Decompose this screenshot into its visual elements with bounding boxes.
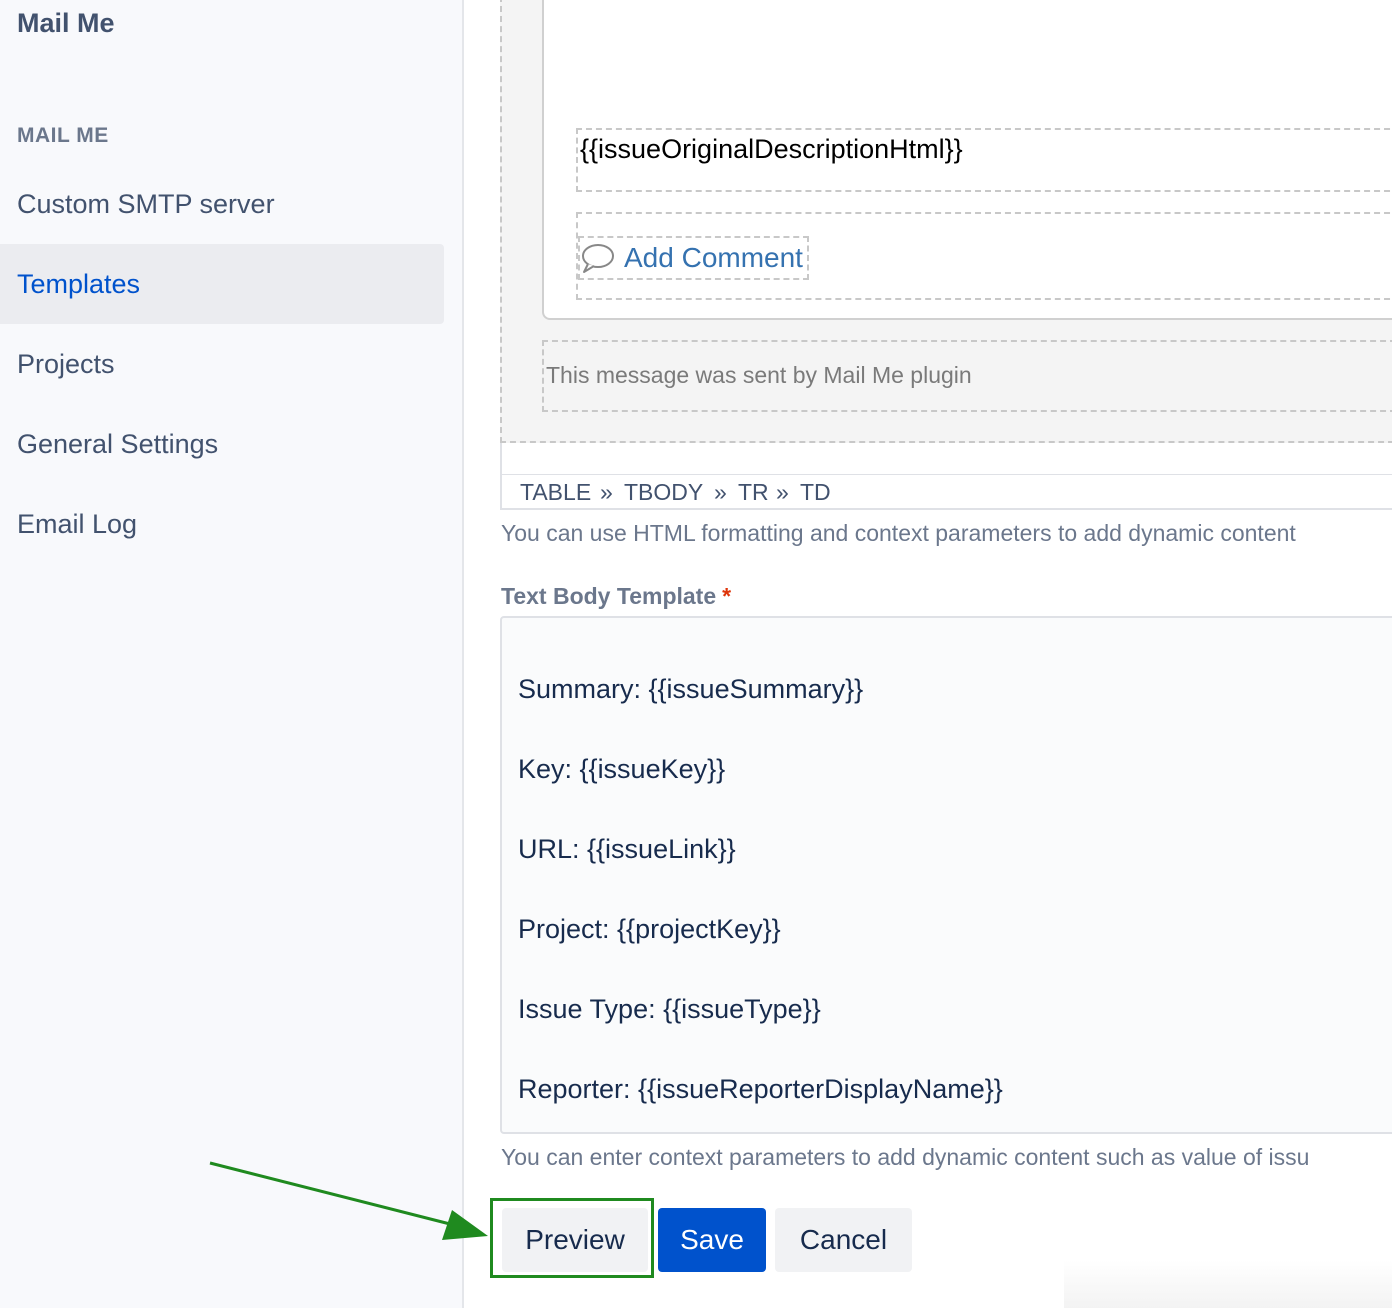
- sidebar-item-general-settings[interactable]: General Settings: [0, 404, 444, 484]
- text-line: Project: {{projectKey}}: [518, 914, 781, 944]
- speech-bubble-icon: [582, 244, 614, 273]
- app-title: Mail Me: [17, 8, 115, 38]
- text-help-text: You can enter context parameters to add …: [501, 1144, 1310, 1170]
- path-tbody[interactable]: TBODY: [624, 479, 703, 506]
- html-editor[interactable]: {{issueOriginalDescriptionHtml}} Add Com…: [500, 0, 1392, 478]
- text-body-label-text: Text Body Template: [501, 583, 717, 609]
- add-comment-link[interactable]: Add Comment: [578, 236, 809, 280]
- preview-highlight-box: [490, 1198, 654, 1278]
- element-path-bar: TABLE » TBODY » TR » TD: [500, 474, 1392, 510]
- path-table[interactable]: TABLE: [520, 479, 591, 506]
- path-tr[interactable]: TR: [738, 479, 769, 506]
- description-cell[interactable]: {{issueOriginalDescriptionHtml}}: [576, 128, 1392, 192]
- text-line: Issue Type: {{issueType}}: [518, 994, 821, 1024]
- text-line: URL: {{issueLink}}: [518, 834, 736, 864]
- path-separator: »: [600, 479, 613, 505]
- required-mark: *: [722, 583, 732, 609]
- email-inner-card: {{issueOriginalDescriptionHtml}} Add Com…: [542, 0, 1392, 320]
- text-body-label: Text Body Template *: [501, 583, 731, 610]
- sidebar-item-email-log[interactable]: Email Log: [0, 484, 444, 564]
- sidebar-item-custom-smtp-server[interactable]: Custom SMTP server: [0, 164, 444, 244]
- path-separator: »: [776, 479, 789, 505]
- comment-cell[interactable]: Add Comment: [576, 212, 1392, 300]
- text-line: Summary: {{issueSummary}}: [518, 674, 864, 704]
- path-td[interactable]: TD: [800, 479, 831, 506]
- path-separator: »: [714, 479, 727, 505]
- text-line: Key: {{issueKey}}: [518, 754, 726, 784]
- sidebar-section-heading: MAIL ME: [17, 124, 109, 147]
- sidebar: Mail Me MAIL ME Custom SMTP server Templ…: [0, 0, 464, 1308]
- description-placeholder: {{issueOriginalDescriptionHtml}}: [580, 134, 963, 164]
- footer-cell[interactable]: This message was sent by Mail Me plugin: [542, 340, 1392, 412]
- bottom-shadow: [1064, 1260, 1392, 1308]
- text-line: Reporter: {{issueReporterDisplayName}}: [518, 1074, 1003, 1104]
- add-comment-label: Add Comment: [624, 242, 803, 273]
- main-content: {{issueOriginalDescriptionHtml}} Add Com…: [464, 0, 1392, 1308]
- sidebar-item-templates[interactable]: Templates: [0, 244, 444, 324]
- footer-text: This message was sent by Mail Me plugin: [546, 362, 972, 388]
- html-help-text: You can use HTML formatting and context …: [501, 520, 1296, 546]
- sidebar-item-projects[interactable]: Projects: [0, 324, 444, 404]
- save-button[interactable]: Save: [658, 1208, 766, 1272]
- text-body-textarea[interactable]: Summary: {{issueSummary}} Key: {{issueKe…: [500, 616, 1392, 1134]
- cancel-button[interactable]: Cancel: [775, 1208, 912, 1272]
